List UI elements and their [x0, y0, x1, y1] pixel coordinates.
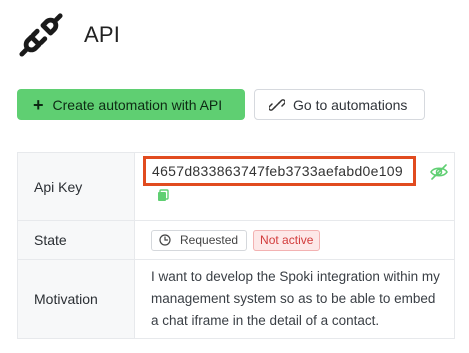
- api-details-table: Api Key 4657d833863747feb3733aefabd0e109…: [17, 152, 455, 339]
- motivation-row: Motivation I want to develop the Spoki i…: [18, 259, 454, 338]
- page-title: API: [84, 22, 121, 47]
- go-to-automations-label: Go to automations: [293, 96, 408, 113]
- create-automation-label: Create automation with API: [52, 96, 223, 113]
- state-cell: Requested Not active: [135, 221, 454, 259]
- create-automation-button[interactable]: + Create automation with API: [17, 89, 245, 120]
- eye-off-icon[interactable]: [430, 164, 448, 180]
- action-bar: + Create automation with API Go to autom…: [17, 89, 425, 120]
- page-header: API: [18, 10, 120, 60]
- api-key-text: 4657d833863747feb3733aefabd0e109: [152, 163, 403, 179]
- clock-icon: [159, 234, 171, 246]
- requested-text: Requested: [180, 233, 239, 247]
- motivation-cell: I want to develop the Spoki integration …: [135, 260, 454, 338]
- automation-icon: [269, 98, 285, 111]
- motivation-text: I want to develop the Spoki integration …: [151, 269, 440, 328]
- api-key-value[interactable]: 4657d833863747feb3733aefabd0e109: [143, 156, 416, 186]
- requested-badge: Requested: [151, 229, 248, 251]
- plug-icon: [19, 13, 63, 57]
- api-key-row: Api Key 4657d833863747feb3733aefabd0e109: [18, 153, 454, 220]
- api-key-label: Api Key: [18, 153, 135, 220]
- api-key-cell: 4657d833863747feb3733aefabd0e109: [135, 153, 454, 220]
- status-badge: Not active: [253, 229, 321, 251]
- copy-icon[interactable]: [157, 189, 169, 202]
- go-to-automations-button[interactable]: Go to automations: [254, 89, 425, 120]
- state-label: State: [18, 221, 135, 259]
- state-row: State Requested Not active: [18, 220, 454, 259]
- motivation-label: Motivation: [18, 260, 135, 338]
- plus-icon: +: [33, 94, 44, 115]
